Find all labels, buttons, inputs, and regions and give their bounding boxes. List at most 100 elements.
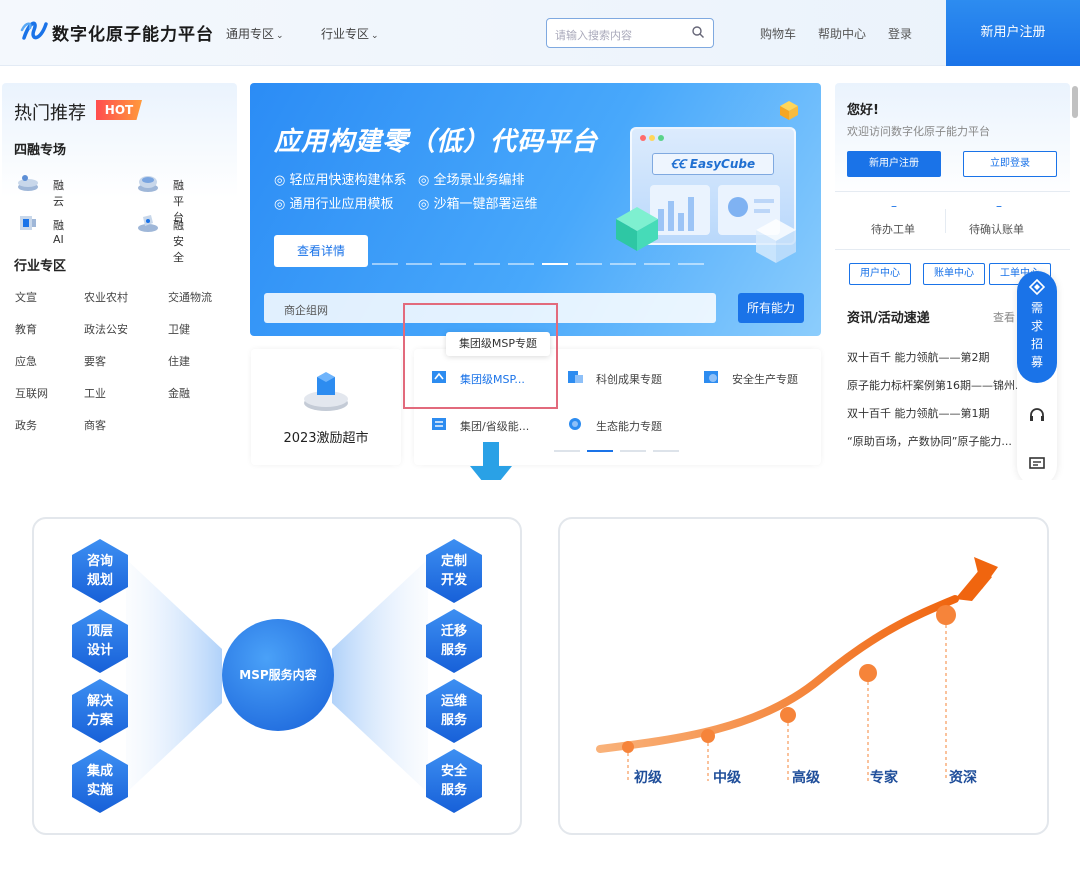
nav-general-zone[interactable]: 通用专区 ⌄ <box>226 25 284 42</box>
banner-feature: ◎ 轻应用快速构建体系 <box>274 173 407 188</box>
growth-path-card: 初级 中级 高级 专家 资深 <box>558 517 1049 835</box>
banner-feature: ◎ 沙箱一键部署运维 <box>418 197 538 212</box>
carousel-dot[interactable] <box>678 263 704 265</box>
industry-link[interactable]: 工业 <box>84 385 106 401</box>
news-more-link[interactable]: 查看 <box>993 309 1015 325</box>
carousel-dot[interactable] <box>440 263 466 265</box>
todo-count: – <box>996 199 1002 213</box>
feature-text: 通用行业应用模板 <box>289 197 394 212</box>
industry-link[interactable]: 应急 <box>15 353 37 369</box>
banner-feature: ◎ 全场景业务编排 <box>418 173 525 188</box>
industry-link[interactable]: 卫健 <box>168 321 190 337</box>
topic-ecosystem[interactable]: 生态能力专题 <box>566 416 662 436</box>
all-capabilities-button[interactable]: 所有能力 <box>738 293 804 323</box>
pager-dot[interactable] <box>653 450 679 452</box>
industry-link[interactable]: 住建 <box>168 353 190 369</box>
industry-title: 行业专区 <box>14 259 67 274</box>
product-label: ꞒꞒ EasyCube <box>652 153 774 175</box>
carousel-dot[interactable] <box>610 263 636 265</box>
window-dots-icon <box>640 135 664 141</box>
help-link[interactable]: 帮助中心 <box>818 25 866 42</box>
glass-cube-icon <box>756 219 796 263</box>
industry-link[interactable]: 商客 <box>84 417 106 433</box>
topic-safety[interactable]: 安全生产专题 <box>702 369 798 389</box>
cloud-stack-icon <box>18 175 38 191</box>
industry-link[interactable]: 交通物流 <box>168 289 212 305</box>
industry-link[interactable]: 互联网 <box>15 385 48 401</box>
platform-3d-icon <box>304 372 348 411</box>
green-cube-icon <box>616 207 658 251</box>
topic-label: 集团/省级能... <box>460 420 530 433</box>
topic-icon <box>569 418 581 430</box>
nav-industry-zone[interactable]: 行业专区 ⌄ <box>321 25 379 42</box>
pager-dot[interactable] <box>554 450 580 452</box>
ai-chip-icon <box>20 216 36 230</box>
carousel-dot-active[interactable] <box>542 263 568 265</box>
carousel-dot[interactable] <box>644 263 670 265</box>
topic-label: 安全生产专题 <box>732 373 798 386</box>
fusion-item-platform[interactable]: 融平台 <box>136 173 184 224</box>
divider <box>835 249 1070 250</box>
top-header: 数字化原子能力平台 通用专区 ⌄ 行业专区 ⌄ 请输入搜索内容 购物车 帮助中心 登… <box>0 0 1080 66</box>
diamond-icon <box>1029 279 1045 295</box>
cart-link[interactable]: 购物车 <box>760 25 796 42</box>
fusion-label: 融安全 <box>173 219 184 264</box>
chevron-down-icon: ⌄ <box>276 31 284 41</box>
topic-icon <box>568 371 583 383</box>
login-link[interactable]: 登录 <box>888 25 912 42</box>
logo-icon[interactable] <box>20 18 50 44</box>
panel-title: 热门推荐 <box>14 103 86 124</box>
greeting: 您好! <box>847 103 879 118</box>
industry-link[interactable]: 政务 <box>15 417 37 433</box>
view-details-button[interactable]: 查看详情 <box>274 235 368 267</box>
todo-label[interactable]: 待办工单 <box>871 221 915 237</box>
hot-badge: HOT <box>96 100 142 120</box>
msp-services-card: 咨询 规划 顶层 设计 解决 方案 集成 实施 定制 开发 迁移 服务 运维 服务 安全 服务 … <box>32 517 522 835</box>
scrollbar-thumb[interactable] <box>1072 86 1078 118</box>
carousel-dot[interactable] <box>406 263 432 265</box>
todo-label[interactable]: 待确认账单 <box>969 221 1024 237</box>
incentive-market-card[interactable]: 2023激励超市 <box>251 349 401 465</box>
level-label: 初级 <box>634 770 662 786</box>
topic-label: 生态能力专题 <box>596 420 662 433</box>
fusion-item-ai[interactable]: 融AI <box>16 213 64 246</box>
fusion-item-security[interactable]: 融安全 <box>136 213 184 264</box>
topic-label: 科创成果专题 <box>596 373 662 386</box>
logo-text[interactable]: 数字化原子能力平台 <box>52 20 214 45</box>
industry-link[interactable]: 农业农村 <box>84 289 128 305</box>
topic-innovation[interactable]: 科创成果专题 <box>566 369 662 389</box>
headset-icon[interactable] <box>1028 407 1046 425</box>
industry-link[interactable]: 文宣 <box>15 289 37 305</box>
search-input[interactable]: 请输入搜索内容 <box>546 18 714 48</box>
search-icon[interactable] <box>691 25 705 39</box>
fusion-item-cloud[interactable]: 融云 <box>16 173 64 208</box>
divider <box>835 191 1070 192</box>
carousel-dot[interactable] <box>508 263 534 265</box>
user-center-button[interactable]: 用户中心 <box>849 263 911 285</box>
industry-link[interactable]: 教育 <box>15 321 37 337</box>
topic-icon <box>704 371 718 383</box>
industry-link[interactable]: 金融 <box>168 385 190 401</box>
carousel-dot[interactable] <box>372 263 398 265</box>
register-button[interactable]: 新用户注册 <box>946 0 1080 66</box>
panel-login-button[interactable]: 立即登录 <box>963 151 1057 177</box>
level-label: 中级 <box>713 770 741 786</box>
pager-dot[interactable] <box>620 450 646 452</box>
topic-tooltip: 集团级MSP专题 <box>446 332 550 356</box>
demand-recruit-button[interactable]: 需求招募 <box>1017 271 1057 383</box>
level-label: 资深 <box>949 770 977 786</box>
feature-text: 沙箱一键部署运维 <box>433 197 538 212</box>
carousel-dot[interactable] <box>474 263 500 265</box>
hero-banner[interactable]: 应用构建零（低）代码平台 ◎ 轻应用快速构建体系 ◎ 全场景业务编排 ◎ 通用行… <box>250 83 821 336</box>
industry-link[interactable]: 政法公安 <box>84 321 128 337</box>
industry-link[interactable]: 要客 <box>84 353 106 369</box>
pager-dot-active[interactable] <box>587 450 613 452</box>
news-item[interactable]: “原助百场，产数协同”原子能力... <box>847 433 1027 449</box>
divider <box>945 209 946 233</box>
message-icon[interactable] <box>1028 455 1046 473</box>
bill-center-button[interactable]: 账单中心 <box>923 263 985 285</box>
topic-provincial[interactable]: 集团/省级能... <box>430 416 529 436</box>
carousel-dot[interactable] <box>576 263 602 265</box>
panel-register-button[interactable]: 新用户注册 <box>847 151 941 177</box>
feature-text: 轻应用快速构建体系 <box>289 173 407 188</box>
